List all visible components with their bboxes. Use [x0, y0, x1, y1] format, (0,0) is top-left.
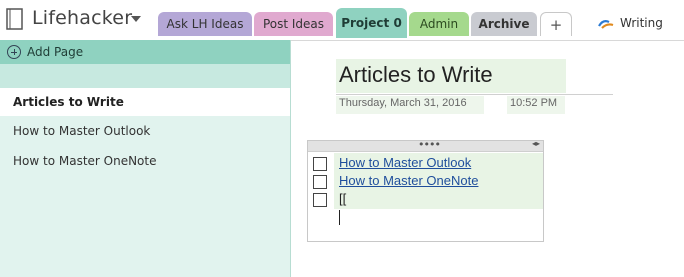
- page-list-header-strip: [0, 64, 290, 88]
- add-circle-icon: [7, 45, 21, 59]
- tab-admin[interactable]: Admin: [409, 12, 469, 36]
- notebook-icon[interactable]: [6, 8, 24, 30]
- title-divider: [336, 94, 613, 95]
- todo-checkbox[interactable]: [313, 157, 327, 171]
- add-section-button[interactable]: +: [540, 12, 572, 36]
- tab-label: Archive: [478, 17, 530, 31]
- todo-item-text[interactable]: [[: [339, 191, 346, 206]
- page-time: 10:52 PM: [510, 97, 558, 109]
- sync-label: Writing: [620, 16, 663, 30]
- sync-icon: [598, 20, 614, 29]
- top-bar: Lifehacker Ask LH Ideas Post Ideas Proje…: [0, 0, 684, 41]
- page-title[interactable]: Articles to Write: [339, 62, 493, 88]
- page-link-how-to-master-outlook[interactable]: How to Master Outlook: [339, 155, 471, 170]
- tab-label: Ask LH Ideas: [166, 17, 244, 31]
- notebook-name[interactable]: Lifehacker: [32, 7, 132, 29]
- page-link-how-to-master-onenote[interactable]: How to Master OneNote: [339, 173, 478, 188]
- page-item-articles-to-write[interactable]: Articles to Write: [0, 88, 290, 116]
- note-container[interactable]: •••• ◂▸ How to Master Outlook How to Mas…: [307, 138, 544, 242]
- tab-post-ideas[interactable]: Post Ideas: [254, 12, 333, 36]
- tab-archive[interactable]: Archive: [471, 12, 537, 36]
- tab-label: Project 0: [341, 16, 402, 30]
- todo-checkbox[interactable]: [313, 193, 327, 207]
- tab-project-0[interactable]: Project 0: [336, 8, 407, 38]
- page-item-how-to-master-outlook[interactable]: How to Master Outlook: [0, 117, 290, 145]
- page-item-label: How to Master Outlook: [13, 124, 151, 138]
- page-item-label: Articles to Write: [13, 95, 124, 109]
- add-page-label: Add Page: [27, 45, 84, 59]
- tab-ask-lh-ideas[interactable]: Ask LH Ideas: [158, 12, 252, 36]
- tab-label: Admin: [419, 17, 459, 31]
- page-item-label: How to Master OneNote: [13, 154, 157, 168]
- page-list-panel: Add Page Articles to Write How to Master…: [0, 40, 291, 277]
- resize-handle-icon[interactable]: ◂▸: [532, 139, 540, 148]
- tab-label: +: [549, 15, 563, 34]
- add-page-button[interactable]: Add Page: [0, 40, 290, 64]
- page-item-how-to-master-onenote[interactable]: How to Master OneNote: [0, 147, 290, 175]
- tab-label: Post Ideas: [262, 17, 325, 31]
- chevron-down-icon[interactable]: [131, 16, 141, 22]
- container-drag-handle[interactable]: •••• ◂▸: [308, 138, 543, 152]
- sync-status[interactable]: Writing: [598, 13, 663, 33]
- todo-checkbox[interactable]: [313, 175, 327, 189]
- grip-icon[interactable]: ••••: [418, 138, 441, 151]
- page-date: Thursday, March 31, 2016: [339, 97, 467, 109]
- text-cursor: [339, 210, 340, 225]
